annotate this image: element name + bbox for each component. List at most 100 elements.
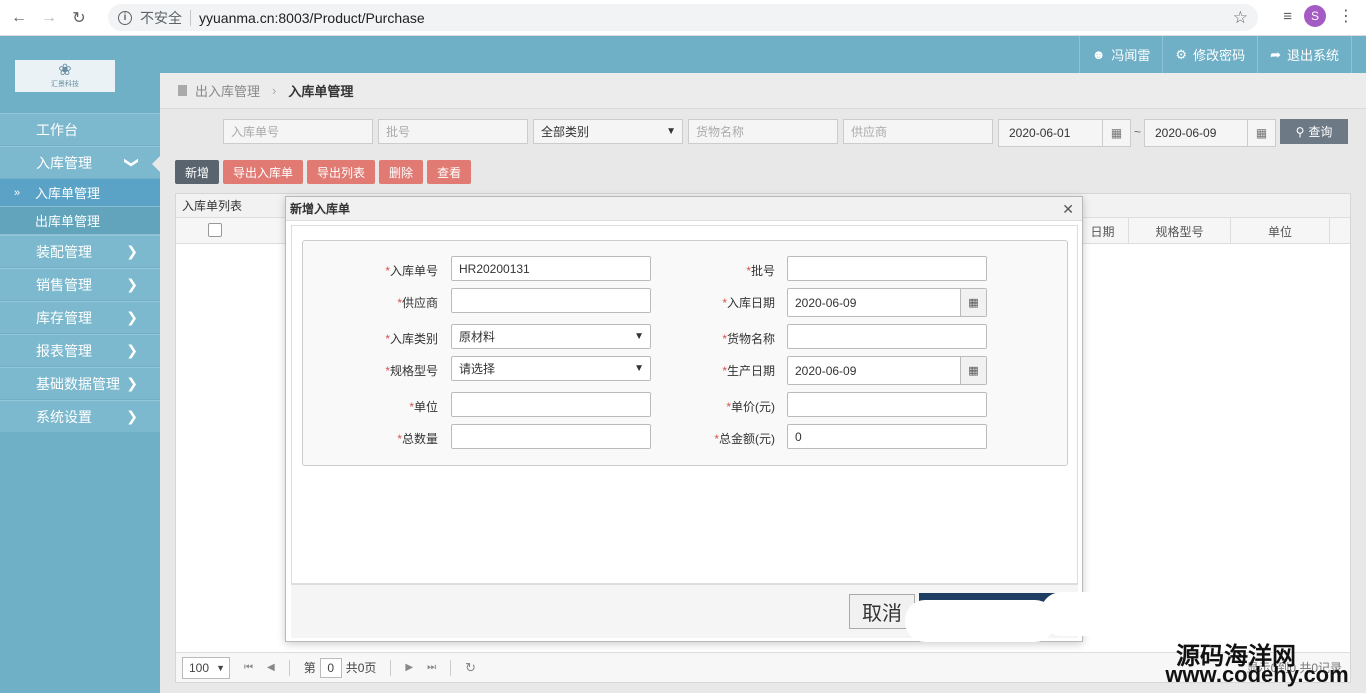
chevron-down-icon: ▼ bbox=[634, 363, 644, 374]
forward-icon[interactable]: → bbox=[38, 7, 60, 29]
info-icon[interactable]: i bbox=[118, 10, 132, 25]
sidebar-subitem-inbound-orders[interactable]: » 入库单管理 bbox=[0, 179, 160, 207]
category-filter-select[interactable]: 全部类别 ▼ bbox=[533, 119, 683, 144]
calendar-icon[interactable]: ▦ bbox=[1247, 120, 1275, 146]
supplier-input[interactable] bbox=[451, 288, 651, 313]
batch-input[interactable] bbox=[787, 256, 987, 281]
column-header-spec[interactable]: 规格型号 bbox=[1128, 218, 1230, 244]
chevron-right-icon: ❯ bbox=[126, 276, 138, 292]
spec-select[interactable]: 请选择 ▼ bbox=[451, 356, 651, 381]
sidebar-item-dashboard[interactable]: 工作台 bbox=[0, 113, 160, 145]
sidebar-item-label: 报表管理 bbox=[36, 342, 92, 359]
sidebar-item-settings[interactable]: 系统设置 ❯ bbox=[0, 400, 160, 432]
sidebar-subitem-outbound-orders[interactable]: 出库单管理 bbox=[0, 207, 160, 235]
sidebar-item-inbound[interactable]: 入库管理 ❯ bbox=[0, 146, 160, 178]
total-input[interactable]: 0 bbox=[787, 424, 987, 449]
chevron-down-icon: ▼ bbox=[216, 662, 225, 673]
divider bbox=[450, 659, 452, 676]
in-date-label: *入库日期 bbox=[722, 296, 775, 310]
date-to-input[interactable]: 2020-06-09 ▦ bbox=[1144, 119, 1276, 147]
batch-filter-input[interactable]: 批号 bbox=[378, 119, 528, 144]
page-size-select[interactable]: 100 ▼ bbox=[182, 656, 230, 679]
calendar-icon[interactable]: ▦ bbox=[960, 289, 986, 316]
bookmark-star-icon[interactable]: ☆ bbox=[1233, 8, 1248, 28]
logo: ❀ 汇景科技 bbox=[15, 60, 115, 92]
divider bbox=[390, 659, 392, 676]
url-text: yyuanma.cn:8003/Product/Purchase bbox=[199, 9, 425, 26]
unit-price-input[interactable] bbox=[787, 392, 987, 417]
category-select[interactable]: 原材料 ▼ bbox=[451, 324, 651, 349]
chevron-right-icon: ❯ bbox=[126, 309, 138, 325]
sidebar-item-sales[interactable]: 销售管理 ❯ bbox=[0, 268, 160, 300]
sidebar-item-label: 销售管理 bbox=[36, 276, 92, 293]
back-icon[interactable]: ← bbox=[8, 7, 30, 29]
goods-filter-input[interactable]: 货物名称 bbox=[688, 119, 838, 144]
export-order-button[interactable]: 导出入库单 bbox=[223, 160, 304, 184]
sidebar-item-label: 基础数据管理 bbox=[36, 375, 120, 392]
goods-input[interactable] bbox=[787, 324, 987, 349]
add-button[interactable]: 新增 bbox=[175, 160, 220, 184]
sidebar-item-label: 入库管理 bbox=[36, 154, 92, 171]
in-date-input[interactable]: 2020-06-09 ▦ bbox=[787, 288, 987, 317]
page-prefix: 第 bbox=[303, 661, 316, 675]
watermark-line2: www.codehy.com bbox=[1165, 662, 1349, 687]
address-bar[interactable]: i 不安全 yyuanma.cn:8003/Product/Purchase ☆ bbox=[108, 4, 1258, 31]
menu-icon[interactable]: ⋮ bbox=[1338, 6, 1354, 26]
batch-label: *批号 bbox=[746, 264, 775, 278]
sidebar-item-label: 装配管理 bbox=[36, 243, 92, 260]
chevron-right-icon: ❯ bbox=[126, 342, 138, 358]
prod-date-value: 2020-06-09 bbox=[795, 363, 857, 378]
sidebar-item-label: 入库单管理 bbox=[35, 186, 101, 201]
column-header-date[interactable]: 日期 bbox=[1076, 218, 1128, 244]
search-icon: ⚲ bbox=[1295, 124, 1305, 139]
view-button[interactable]: 查看 bbox=[427, 160, 472, 184]
quantity-input[interactable] bbox=[451, 424, 651, 449]
change-password-link[interactable]: ⚙ 修改密码 bbox=[1162, 36, 1257, 73]
first-page-icon[interactable]: ⏮ bbox=[244, 662, 253, 673]
user-link[interactable]: ☻ 冯闻雷 bbox=[1078, 36, 1163, 73]
order-no-input[interactable]: HR20200131 bbox=[451, 256, 651, 281]
delete-button[interactable]: 删除 bbox=[379, 160, 424, 184]
breadcrumb-parent[interactable]: 出入库管理 bbox=[195, 81, 260, 100]
page-number-input[interactable]: 0 bbox=[319, 657, 342, 678]
profile-avatar[interactable]: S bbox=[1304, 5, 1326, 27]
sidebar: 工作台 入库管理 ❯ » 入库单管理 出库单管理 装配管理 ❯ 销售管理 ❯ 库… bbox=[0, 113, 160, 693]
sidebar-item-reports[interactable]: 报表管理 ❯ bbox=[0, 334, 160, 366]
sidebar-item-inventory[interactable]: 库存管理 ❯ bbox=[0, 301, 160, 333]
redaction-smudge bbox=[1100, 596, 1315, 638]
header-links: ☻ 冯闻雷 ⚙ 修改密码 ➦ 退出系统 bbox=[1078, 36, 1366, 73]
order-no-filter-input[interactable]: 入库单号 bbox=[223, 119, 373, 144]
page-size-value: 100 bbox=[189, 660, 210, 675]
logo-area: ❀ 汇景科技 bbox=[0, 36, 160, 113]
unit-input[interactable] bbox=[451, 392, 651, 417]
next-page-icon[interactable]: ▶ bbox=[405, 662, 413, 673]
page-total: 共0页 bbox=[345, 661, 377, 675]
export-list-button[interactable]: 导出列表 bbox=[307, 160, 376, 184]
column-header-unit[interactable]: 单位 bbox=[1230, 218, 1330, 244]
calendar-icon[interactable]: ▦ bbox=[1102, 120, 1130, 146]
calendar-icon[interactable]: ▦ bbox=[960, 357, 986, 384]
prev-page-icon[interactable]: ◀ bbox=[267, 662, 275, 673]
sidebar-item-label: 工作台 bbox=[36, 121, 78, 138]
spec-value: 请选择 bbox=[459, 362, 496, 376]
prod-date-input[interactable]: 2020-06-09 ▦ bbox=[787, 356, 987, 385]
sidebar-item-basic-data[interactable]: 基础数据管理 ❯ bbox=[0, 367, 160, 399]
logout-link[interactable]: ➦ 退出系统 bbox=[1257, 36, 1352, 73]
last-page-icon[interactable]: ⏭ bbox=[427, 662, 436, 673]
date-to-value: 2020-06-09 bbox=[1155, 126, 1217, 140]
media-queue-icon[interactable]: ≡ bbox=[1283, 8, 1292, 25]
chevron-down-icon: ❯ bbox=[124, 156, 141, 169]
in-date-value: 2020-06-09 bbox=[795, 295, 857, 310]
browser-tools: ≡ S ⋮ bbox=[1283, 5, 1354, 27]
change-password-label: 修改密码 bbox=[1193, 48, 1246, 63]
sidebar-item-assembly[interactable]: 装配管理 ❯ bbox=[0, 235, 160, 267]
refresh-icon[interactable]: ↻ bbox=[465, 660, 476, 676]
date-from-input[interactable]: 2020-06-01 ▦ bbox=[998, 119, 1131, 147]
query-button[interactable]: ⚲ 查询 bbox=[1280, 119, 1348, 144]
total-label: *总金额(元) bbox=[714, 432, 775, 446]
logo-text: 汇景科技 bbox=[51, 81, 79, 88]
supplier-filter-input[interactable]: 供应商 bbox=[843, 119, 993, 144]
close-icon[interactable]: ✕ bbox=[1062, 201, 1074, 218]
select-all-checkbox[interactable] bbox=[208, 223, 222, 237]
reload-icon[interactable]: ↻ bbox=[68, 7, 90, 29]
